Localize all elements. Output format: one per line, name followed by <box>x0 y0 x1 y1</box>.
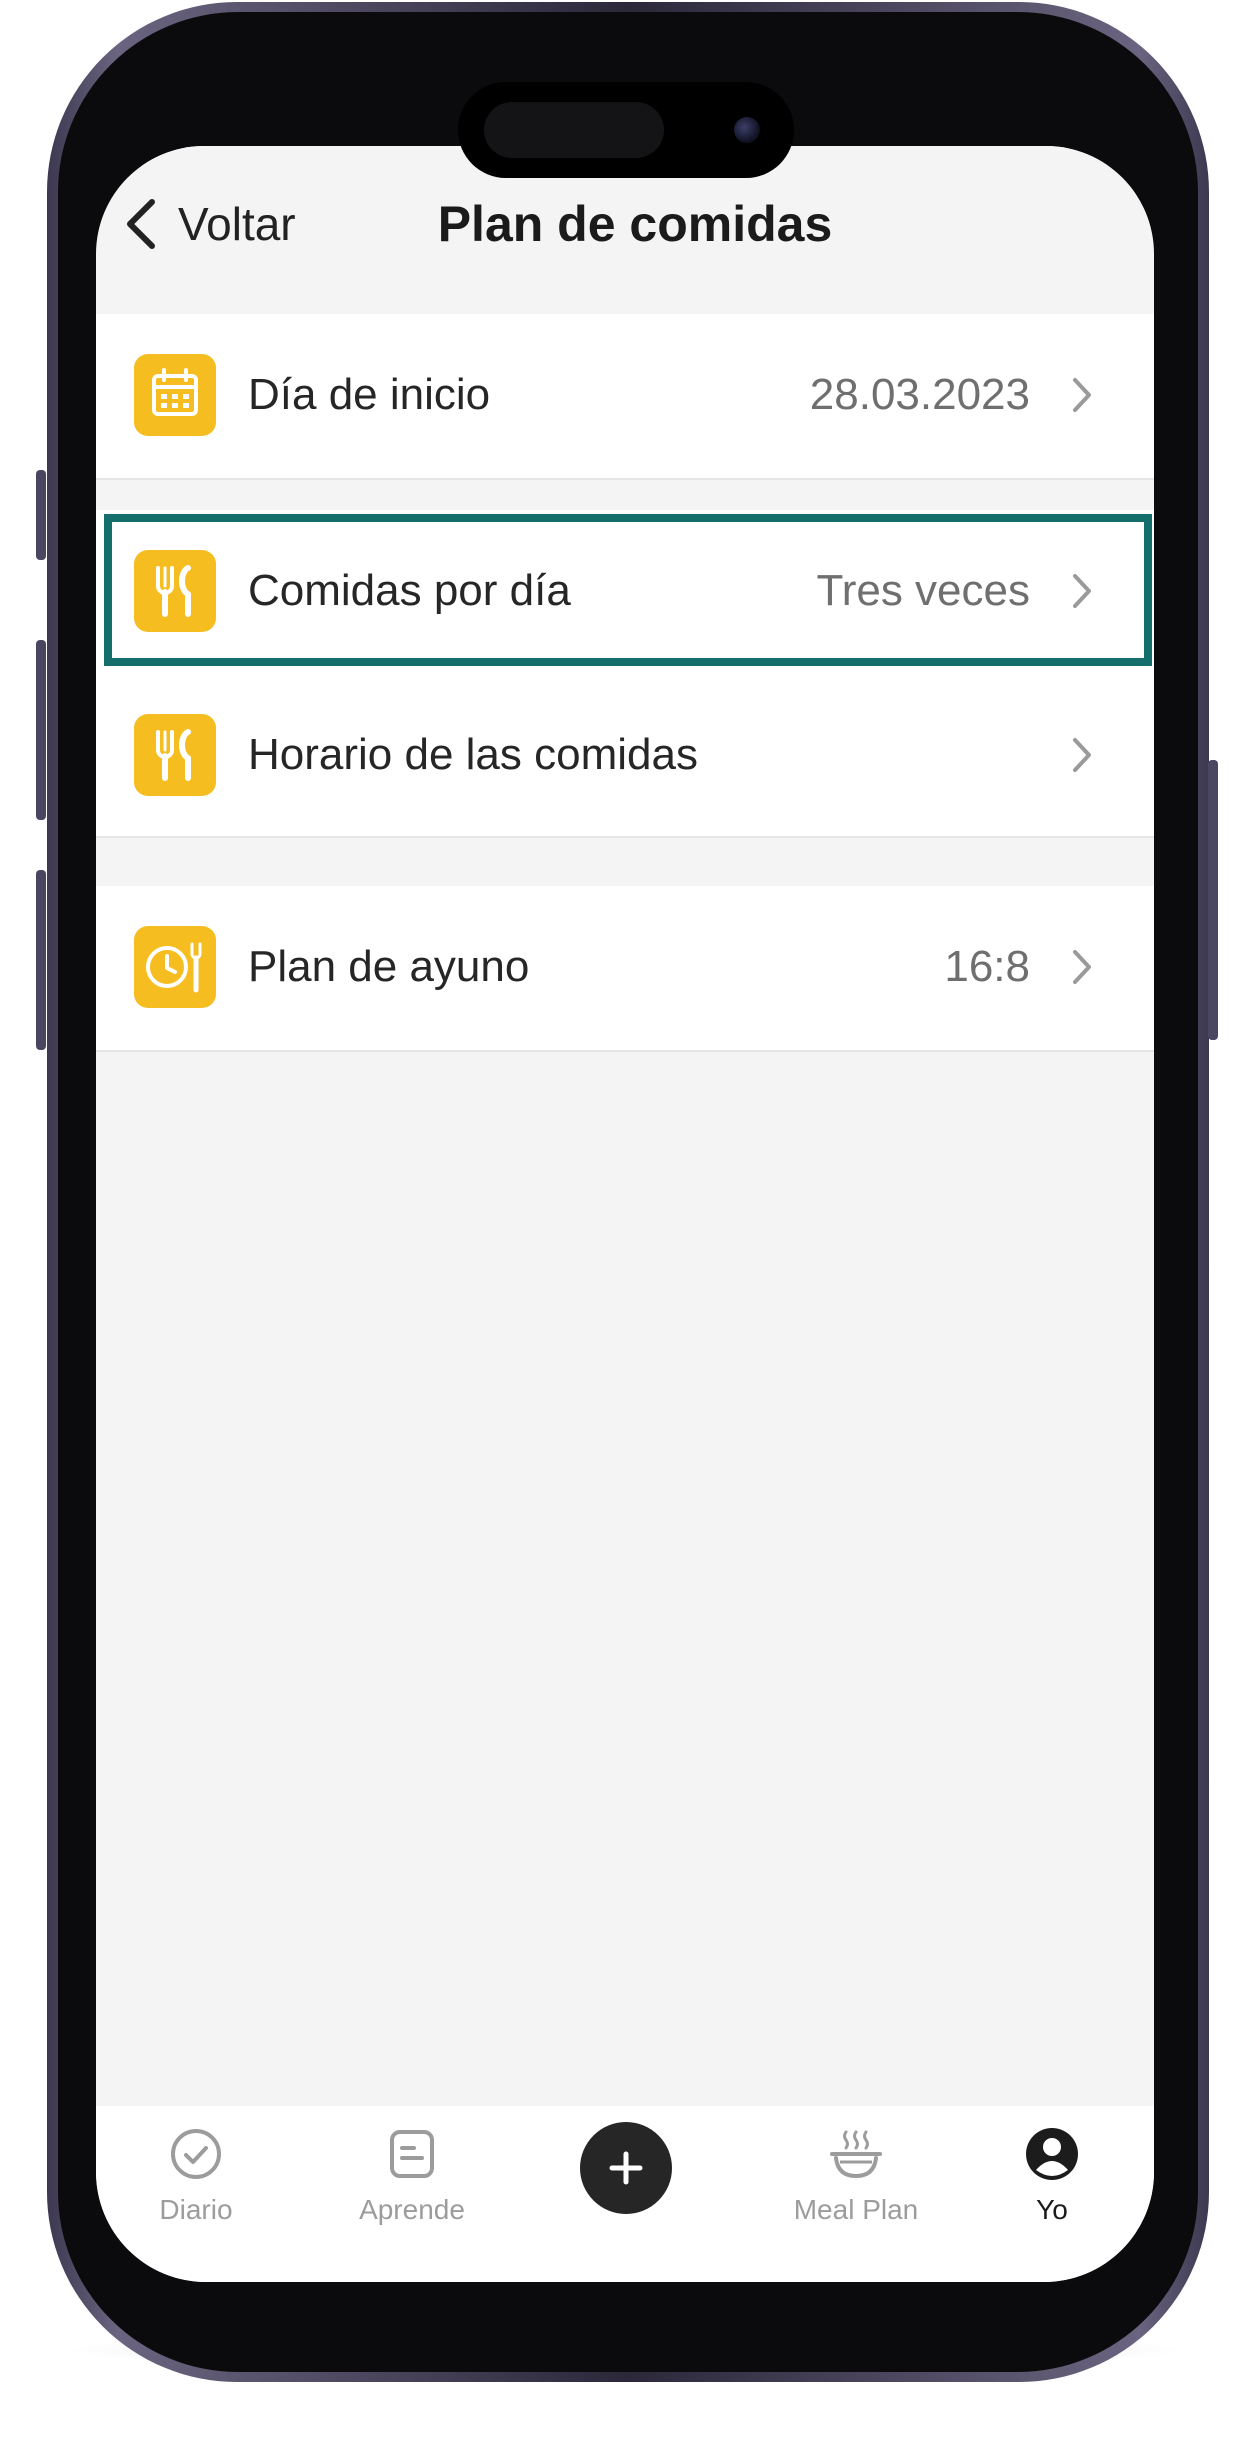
tab-learn-label: Aprende <box>359 2194 465 2225</box>
tab-diary-label: Diario <box>159 2194 233 2225</box>
screenshot-stage: Voltar Plan de comidas Día de inicio 28.… <box>0 0 1253 2464</box>
start-day-label: Día de inicio <box>248 370 491 419</box>
tab-me[interactable]: Yo <box>952 2106 1152 2256</box>
tab-diary[interactable]: Diario <box>96 2106 296 2256</box>
start-day-row[interactable]: Día de inicio 28.03.2023 <box>96 314 1154 476</box>
group-divider <box>96 478 1154 480</box>
side-button-volume-down <box>36 870 46 1050</box>
chevron-right-icon <box>1073 378 1091 412</box>
page-title: Plan de comidas <box>437 196 833 252</box>
island-sensor <box>484 102 664 158</box>
user-icon <box>1026 2128 1078 2180</box>
plus-icon <box>609 2151 643 2185</box>
start-day-value: 28.03.2023 <box>809 370 1030 419</box>
meal-schedule-label: Horario de las comidas <box>248 730 698 779</box>
add-button[interactable] <box>580 2122 672 2214</box>
settings-group-fasting: Plan de ayuno 16:8 <box>96 886 1154 1050</box>
tab-me-label: Yo <box>1036 2194 1068 2225</box>
bowl-icon <box>830 2130 882 2179</box>
side-button-volume-up <box>36 640 46 820</box>
chevron-right-icon <box>1073 950 1091 984</box>
group-divider <box>96 1050 1154 1052</box>
tab-meal-plan-label: Meal Plan <box>793 2194 919 2225</box>
clock-fork-icon <box>134 926 216 1008</box>
tab-learn[interactable]: Aprende <box>312 2106 512 2256</box>
tab-meal-plan[interactable]: Meal Plan <box>756 2106 956 2256</box>
chevron-right-icon <box>1073 738 1091 772</box>
highlight-box <box>104 514 1152 666</box>
meal-schedule-row[interactable]: Horario de las comidas <box>96 674 1154 836</box>
side-button-power <box>1208 760 1218 1040</box>
camera-lens <box>734 117 760 143</box>
fasting-plan-row[interactable]: Plan de ayuno 16:8 <box>96 886 1154 1048</box>
fasting-plan-label: Plan de ayuno <box>248 942 530 991</box>
fasting-plan-value: 16:8 <box>944 942 1030 991</box>
document-icon <box>390 2130 434 2178</box>
fork-knife-icon <box>134 714 216 796</box>
settings-group-start: Día de inicio 28.03.2023 <box>96 314 1154 478</box>
app-screen: Voltar Plan de comidas Día de inicio 28.… <box>96 146 1154 2282</box>
check-circle-icon <box>171 2129 221 2179</box>
group-divider <box>96 836 1154 838</box>
calendar-icon <box>134 354 216 436</box>
dynamic-island <box>458 82 794 178</box>
tab-bar: Diario Aprende Meal Plan Yo <box>96 2106 1154 2282</box>
side-button-mute <box>36 470 46 560</box>
